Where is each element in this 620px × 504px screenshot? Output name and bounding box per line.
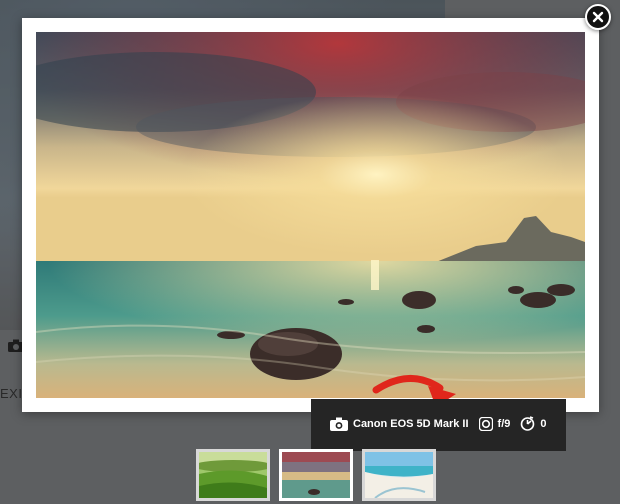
aperture-value: f/9 bbox=[497, 417, 511, 430]
aperture-icon bbox=[478, 416, 493, 431]
camera-icon bbox=[330, 417, 348, 431]
exif-info-bar: Canon EOS 5D Mark II f/9 0 bbox=[311, 399, 566, 451]
lightbox-photo bbox=[36, 32, 585, 398]
thumbnail-beach-sunset[interactable] bbox=[279, 449, 353, 501]
thumbnail-green-field[interactable] bbox=[196, 449, 270, 501]
thumbnail-strip bbox=[196, 449, 436, 501]
close-icon bbox=[592, 11, 604, 23]
close-button[interactable] bbox=[585, 4, 611, 30]
camera-model: Canon EOS 5D Mark II bbox=[353, 417, 469, 430]
lightbox-frame bbox=[22, 18, 599, 412]
exposure-timer-icon bbox=[520, 416, 535, 431]
thumbnail-tropical-beach[interactable] bbox=[362, 449, 436, 501]
exposure-value: 0 bbox=[540, 417, 547, 430]
